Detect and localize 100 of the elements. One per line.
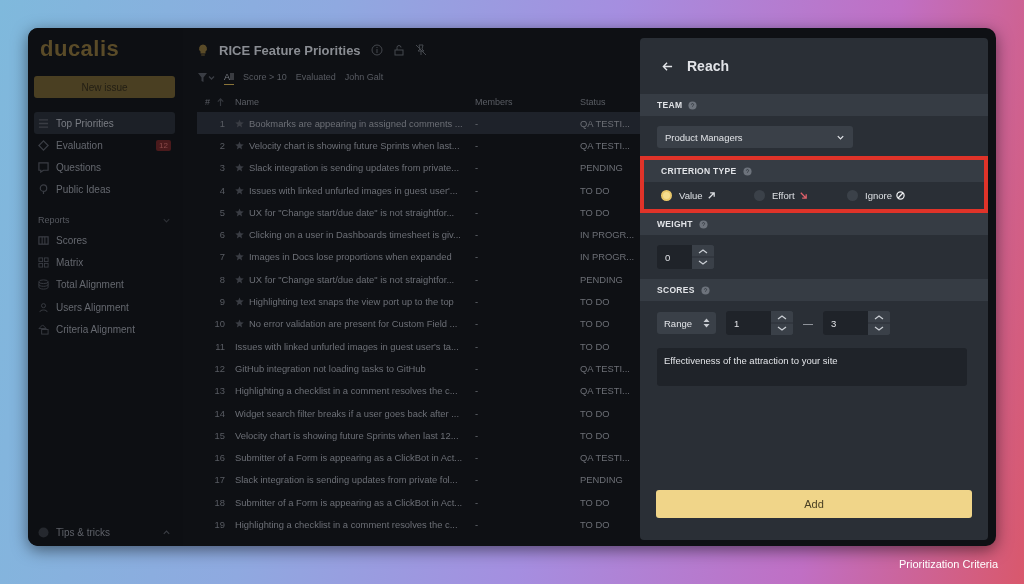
table-cell: - — [475, 251, 479, 263]
columns-icon — [38, 234, 49, 246]
table-row[interactable]: 18 Submitter of a Form is appearing as a ClickBot in Act... - TO DO — [197, 491, 640, 514]
table-cell: - — [475, 407, 479, 419]
table-cell: - — [475, 362, 479, 374]
description-field[interactable]: Effectiveness of the attraction to your site — [657, 348, 967, 386]
table-cell: Issues with linked unfurled images in guest user's ta... — [235, 340, 459, 352]
table-cell: - — [475, 139, 479, 151]
radio-option[interactable]: Ignore — [847, 190, 940, 201]
table-row[interactable]: 5 UX for "Change start/due date" is not straightfor... - TO DO — [197, 201, 640, 224]
lock-icon[interactable] — [392, 44, 405, 56]
table-row[interactable]: 10 No error validation are present for Custom Field ... - TO DO — [197, 312, 640, 335]
table-row[interactable]: 17 Slack integration is sending updates from private fol... - PENDING — [197, 468, 640, 492]
info-icon[interactable] — [370, 44, 383, 56]
table-row[interactable]: 13 Highlighting a checklist in a comment resolves the c... - QA TESTI... — [197, 379, 640, 402]
table-cell: - — [475, 452, 479, 464]
range-dash: — — [803, 317, 813, 329]
table-row[interactable]: 8 UX for "Change start/due date" is not straightfor... - PENDING — [197, 268, 640, 291]
sidebar-item[interactable]: Evaluation 12 — [34, 134, 175, 157]
row-number: 7 — [219, 251, 225, 263]
sidebar-item[interactable]: Public Ideas — [34, 178, 175, 201]
table-cell: TO DO — [580, 519, 610, 530]
shapes-icon — [38, 323, 49, 335]
star-icon[interactable] — [235, 252, 244, 262]
add-button[interactable]: Add — [656, 490, 972, 518]
table-cell: GitHub integration not loading tasks to GitHub — [235, 362, 426, 374]
table-row[interactable]: 11 Issues with linked unfurled images in guest user's ta... - TO DO — [197, 334, 640, 358]
table-cell: - — [475, 273, 479, 285]
row-number: 8 — [219, 273, 225, 285]
pin-off-icon[interactable] — [414, 44, 427, 56]
star-icon[interactable] — [235, 297, 244, 306]
table-cell: PENDING — [580, 273, 623, 285]
chevron-up-icon — [162, 528, 171, 537]
speech-bubble-icon — [38, 162, 49, 174]
table-row[interactable]: 3 Slack integration is sending updates from private... - PENDING — [197, 156, 640, 179]
tips-link[interactable]: Tips & tricks — [34, 527, 175, 538]
table-row[interactable]: 15 Velocity chart is showing future Sprints when last 12... - TO DO — [197, 424, 640, 447]
table-cell: TO DO — [580, 206, 610, 218]
sidebar-item[interactable]: Matrix — [34, 251, 175, 274]
filter-icon[interactable] — [197, 72, 215, 84]
star-icon[interactable] — [235, 207, 244, 217]
table-row[interactable]: 2 Velocity chart is showing future Sprints when last... - QA TESTI... — [197, 134, 640, 157]
table-cell: Submitter of a Form is appearing as a ClickBot in Act... — [235, 496, 463, 508]
row-number: 17 — [214, 474, 225, 486]
users-icon — [38, 301, 49, 313]
star-icon[interactable] — [235, 319, 244, 329]
filter-tab[interactable]: John Galt — [344, 72, 384, 84]
row-number: 19 — [214, 519, 225, 530]
star-icon[interactable] — [235, 230, 244, 240]
back-arrow-icon[interactable] — [662, 60, 673, 72]
radio-option[interactable]: Effort — [754, 190, 847, 201]
row-number: 15 — [214, 429, 225, 441]
logo: ducalis — [40, 36, 121, 62]
table-row[interactable]: 4 Issues with linked unfurled images in guest user'... - TO DO — [197, 178, 640, 202]
table-cell: - — [475, 296, 479, 307]
table-cell: - — [475, 318, 479, 330]
section-header: TEAM — [640, 94, 988, 116]
table-row[interactable]: 9 Highlighting text snaps the view port up to the top - TO DO — [197, 290, 640, 313]
filter-tab[interactable]: Evaluated — [295, 72, 336, 84]
table-cell: Slack integration is sending updates from private fol... — [235, 474, 458, 486]
table-row[interactable]: 19 Highlighting a checklist in a comment resolves the c... - TO DO — [197, 513, 640, 536]
filter-tab[interactable]: All — [224, 71, 234, 85]
table-cell: TO DO — [580, 318, 610, 330]
sidebar-item[interactable]: Total Alignment — [34, 273, 175, 296]
table-row[interactable]: 7 Images in Docs lose proportions when expanded - IN PROGR... — [197, 245, 640, 269]
star-icon[interactable] — [235, 118, 244, 128]
table-cell: Velocity chart is showing future Sprints when last... — [249, 139, 460, 151]
column-header: # — [205, 97, 210, 107]
sidebar-item[interactable]: Questions — [34, 156, 175, 179]
panel-title: Reach — [687, 58, 730, 74]
sidebar-item[interactable]: Users Alignment — [34, 296, 175, 319]
radio-button[interactable] — [661, 190, 672, 201]
sidebar-item[interactable]: Scores — [34, 229, 175, 252]
table-row[interactable]: 12 GitHub integration not loading tasks to GitHub - QA TESTI... — [197, 357, 640, 380]
filter-tab[interactable]: Score > 10 — [243, 72, 287, 84]
table-cell: Highlighting a checklist in a comment resolves the c... — [235, 519, 458, 530]
table-row[interactable]: 16 Submitter of a Form is appearing as a ClickBot in Act... - QA TESTI... — [197, 446, 640, 469]
table-cell: - — [475, 229, 479, 241]
row-number: 4 — [219, 184, 225, 196]
radio-option[interactable]: Value — [661, 190, 754, 201]
star-icon[interactable] — [235, 274, 244, 284]
team-dropdown[interactable]: Product Managers — [657, 126, 853, 148]
table-cell: TO DO — [580, 296, 610, 307]
star-icon[interactable] — [235, 163, 244, 173]
board-title: RICE Feature Priorities — [219, 42, 361, 58]
sidebar-item[interactable]: Criteria Alignment — [34, 318, 175, 341]
table-cell: TO DO — [580, 184, 610, 196]
sort-arrow-icon[interactable] — [216, 97, 225, 107]
table-row[interactable]: 14 Widget search filter breaks if a user goes back after ... - TO DO — [197, 401, 640, 425]
range-dropdown[interactable]: Range — [657, 312, 716, 334]
row-number: 11 — [215, 340, 225, 352]
star-icon[interactable] — [235, 140, 244, 150]
star-icon[interactable] — [235, 185, 244, 195]
sidebar-item[interactable]: Top Priorities — [34, 112, 175, 134]
table-cell: IN PROGR... — [580, 251, 635, 263]
table-row[interactable]: 6 Clicking on a user in Dashboards timesheet is giv... - IN PROGR... — [197, 223, 640, 246]
column-header: Status — [580, 97, 606, 107]
table-cell: - — [475, 429, 479, 441]
section-heading: Reports — [38, 215, 70, 226]
arrow-down-right-icon — [798, 191, 808, 200]
